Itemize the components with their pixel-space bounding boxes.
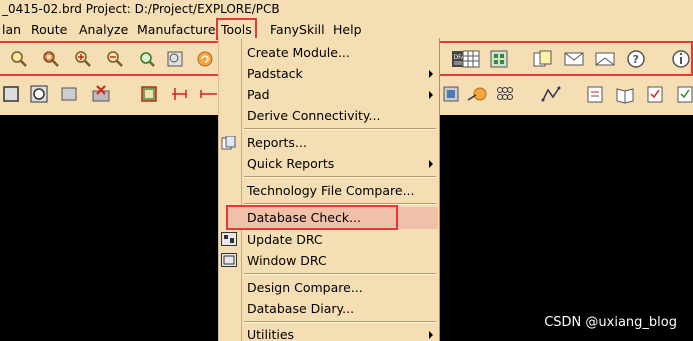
menu-item-update-drc[interactable]: Update DRC bbox=[241, 229, 439, 250]
component-icon[interactable] bbox=[138, 83, 160, 105]
zoom-window-icon[interactable] bbox=[40, 48, 62, 70]
menu-item-pad[interactable]: Pad bbox=[241, 84, 439, 105]
circle-shape-icon[interactable] bbox=[28, 83, 50, 105]
help-icon[interactable]: ? bbox=[625, 48, 647, 70]
menu-separator bbox=[244, 321, 436, 323]
menu-fanyskill[interactable]: FanySkill bbox=[270, 22, 325, 37]
zoom-previous-icon[interactable] bbox=[136, 48, 158, 70]
submenu-arrow-icon bbox=[429, 160, 433, 168]
design-canvas-right[interactable] bbox=[440, 115, 693, 341]
envelope-out-icon[interactable] bbox=[594, 48, 616, 70]
menu-item-derive-connectivity[interactable]: Derive Connectivity... bbox=[241, 105, 439, 126]
menu-item-label: Pad bbox=[247, 87, 270, 102]
script-icon[interactable] bbox=[584, 83, 606, 105]
menu-item-label: Design Compare... bbox=[247, 280, 363, 295]
menu-item-design-compare[interactable]: Design Compare... bbox=[241, 277, 439, 298]
menu-item-label: Create Module... bbox=[247, 45, 350, 60]
submenu-arrow-icon bbox=[429, 331, 433, 339]
menu-item-database-diary[interactable]: Database Diary... bbox=[241, 298, 439, 319]
envelope-in-icon[interactable] bbox=[563, 48, 585, 70]
layer-icon[interactable] bbox=[440, 83, 462, 105]
menu-item-window-drc[interactable]: Window DRC bbox=[241, 250, 439, 271]
redraw-icon[interactable] bbox=[194, 48, 216, 70]
menu-plan[interactable]: lan bbox=[2, 22, 21, 37]
menu-separator bbox=[244, 273, 436, 275]
add-line-icon[interactable] bbox=[198, 83, 220, 105]
window-drc-icon bbox=[221, 253, 237, 267]
zoom-world-icon[interactable] bbox=[164, 48, 186, 70]
reports-icon bbox=[221, 136, 236, 150]
zoom-in-icon[interactable] bbox=[72, 48, 94, 70]
menu-item-reports[interactable]: Reports... bbox=[241, 132, 439, 153]
svg-text:?: ? bbox=[633, 53, 639, 66]
delete-shape-icon[interactable] bbox=[90, 83, 112, 105]
menu-item-padstack[interactable]: Padstack bbox=[241, 63, 439, 84]
square-shape-icon[interactable] bbox=[0, 83, 22, 105]
menu-item-label: Padstack bbox=[247, 66, 303, 81]
rect-shape-icon[interactable] bbox=[58, 83, 80, 105]
design-canvas[interactable] bbox=[0, 115, 218, 341]
menu-icon-gutter bbox=[219, 38, 241, 341]
menu-separator bbox=[244, 176, 436, 178]
book-icon[interactable] bbox=[614, 83, 636, 105]
spreadsheet-icon[interactable] bbox=[460, 48, 482, 70]
route-path-icon[interactable] bbox=[540, 83, 562, 105]
menu-item-create-module[interactable]: Create Module... bbox=[241, 42, 439, 63]
annotation-highlight-box bbox=[226, 205, 398, 230]
add-pin-icon[interactable] bbox=[168, 83, 190, 105]
copy-icon[interactable] bbox=[532, 48, 554, 70]
watermark: CSDN @uxiang_blog bbox=[544, 315, 677, 330]
zoom-fit-icon[interactable] bbox=[8, 48, 30, 70]
menu-item-label: Quick Reports bbox=[247, 156, 335, 171]
verify-icon[interactable] bbox=[674, 83, 693, 105]
update-drc-icon bbox=[221, 232, 237, 246]
menu-item-label: Update DRC bbox=[247, 232, 323, 247]
via-array-icon[interactable] bbox=[494, 83, 516, 105]
check-list-icon[interactable] bbox=[644, 83, 666, 105]
submenu-arrow-icon bbox=[429, 91, 433, 99]
menu-help[interactable]: Help bbox=[333, 22, 362, 37]
menu-item-quick-reports[interactable]: Quick Reports bbox=[241, 153, 439, 174]
probe-icon[interactable] bbox=[466, 83, 488, 105]
menu-manufacture[interactable]: Manufacture bbox=[137, 22, 216, 37]
menu-item-label: Window DRC bbox=[247, 253, 327, 268]
menu-item-utilities[interactable]: Utilities bbox=[241, 324, 439, 341]
menu-item-label: Derive Connectivity... bbox=[247, 108, 381, 123]
menu-item-label: Reports... bbox=[247, 135, 307, 150]
menu-item-label: Database Diary... bbox=[247, 301, 355, 316]
zoom-out-icon[interactable] bbox=[104, 48, 126, 70]
submenu-arrow-icon bbox=[429, 70, 433, 78]
info-icon[interactable] bbox=[670, 48, 692, 70]
window-title: _0415-02.brd Project: D:/Project/EXPLORE… bbox=[0, 0, 693, 19]
menu-tools[interactable]: Tools bbox=[216, 18, 257, 40]
menu-analyze[interactable]: Analyze bbox=[79, 22, 128, 37]
grid-icon[interactable] bbox=[488, 48, 510, 70]
menu-item-label: Utilities bbox=[247, 327, 295, 341]
menu-route[interactable]: Route bbox=[31, 22, 67, 37]
menu-item-technology-file-compare[interactable]: Technology File Compare... bbox=[241, 180, 439, 201]
menu-separator bbox=[244, 128, 436, 130]
menu-item-label: Technology File Compare... bbox=[247, 183, 415, 198]
